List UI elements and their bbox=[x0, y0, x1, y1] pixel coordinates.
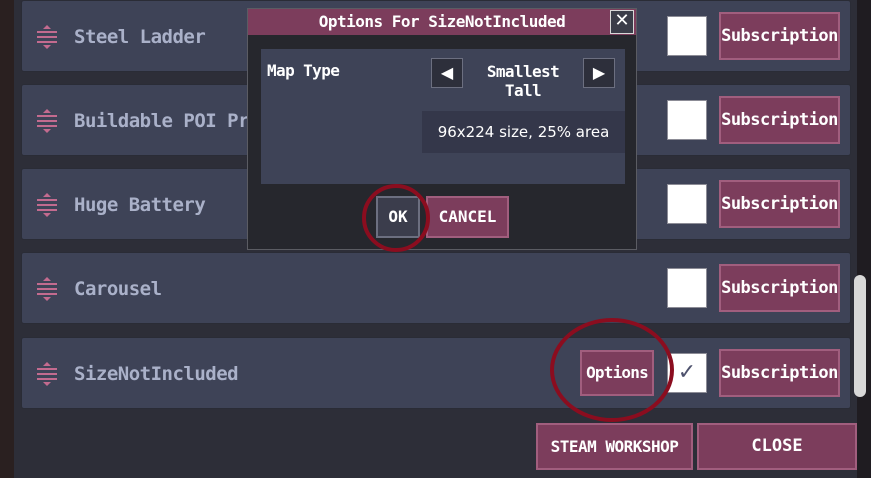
enable-checkbox[interactable]: ✓ bbox=[667, 353, 707, 393]
mod-name: Huge Battery bbox=[74, 194, 206, 216]
mod-row-sizenotincluded: SizeNotIncluded Options ✓ Subscription bbox=[21, 337, 851, 409]
mod-name: Carousel bbox=[74, 278, 162, 300]
steam-workshop-button[interactable]: STEAM WORKSHOP bbox=[536, 423, 693, 470]
mod-name: Steel Ladder bbox=[74, 26, 206, 48]
drag-handle-icon[interactable] bbox=[34, 362, 60, 386]
subscription-button[interactable]: Subscription bbox=[719, 180, 840, 228]
dialog-title: Options For SizeNotIncluded bbox=[248, 9, 636, 35]
options-button[interactable]: Options bbox=[580, 350, 654, 396]
subscription-button[interactable]: Subscription bbox=[719, 12, 840, 60]
enable-checkbox[interactable] bbox=[667, 100, 707, 140]
close-button[interactable]: CLOSE bbox=[697, 423, 857, 470]
cancel-button[interactable]: CANCEL bbox=[426, 196, 509, 238]
enable-checkbox[interactable] bbox=[667, 16, 707, 56]
map-type-label: Map Type bbox=[267, 61, 340, 80]
subscription-button[interactable]: Subscription bbox=[719, 96, 840, 144]
enable-checkbox[interactable] bbox=[667, 268, 707, 308]
close-icon[interactable]: ✕ bbox=[610, 10, 634, 34]
mod-row-carousel: Carousel Subscription bbox=[21, 252, 851, 324]
subscription-button[interactable]: Subscription bbox=[719, 349, 840, 397]
mod-name: SizeNotIncluded bbox=[74, 363, 239, 385]
subscription-button[interactable]: Subscription bbox=[719, 264, 840, 312]
size-info: 96x224 size, 25% area bbox=[422, 111, 625, 153]
map-type-value: Smallest Tall bbox=[486, 62, 560, 100]
background-strip bbox=[0, 0, 14, 478]
next-arrow-icon[interactable]: ▶ bbox=[583, 58, 615, 88]
drag-handle-icon[interactable] bbox=[34, 277, 60, 301]
drag-handle-icon[interactable] bbox=[34, 25, 60, 49]
prev-arrow-icon[interactable]: ◀ bbox=[431, 58, 463, 88]
scrollbar-thumb[interactable] bbox=[854, 275, 866, 397]
dialog-body: Map Type ◀ Smallest Tall ▶ 96x224 size, … bbox=[261, 49, 625, 184]
drag-handle-icon[interactable] bbox=[34, 193, 60, 217]
ok-button[interactable]: OK bbox=[376, 196, 420, 238]
options-dialog: Options For SizeNotIncluded ✕ Map Type ◀… bbox=[247, 8, 637, 250]
enable-checkbox[interactable] bbox=[667, 184, 707, 224]
drag-handle-icon[interactable] bbox=[34, 109, 60, 133]
